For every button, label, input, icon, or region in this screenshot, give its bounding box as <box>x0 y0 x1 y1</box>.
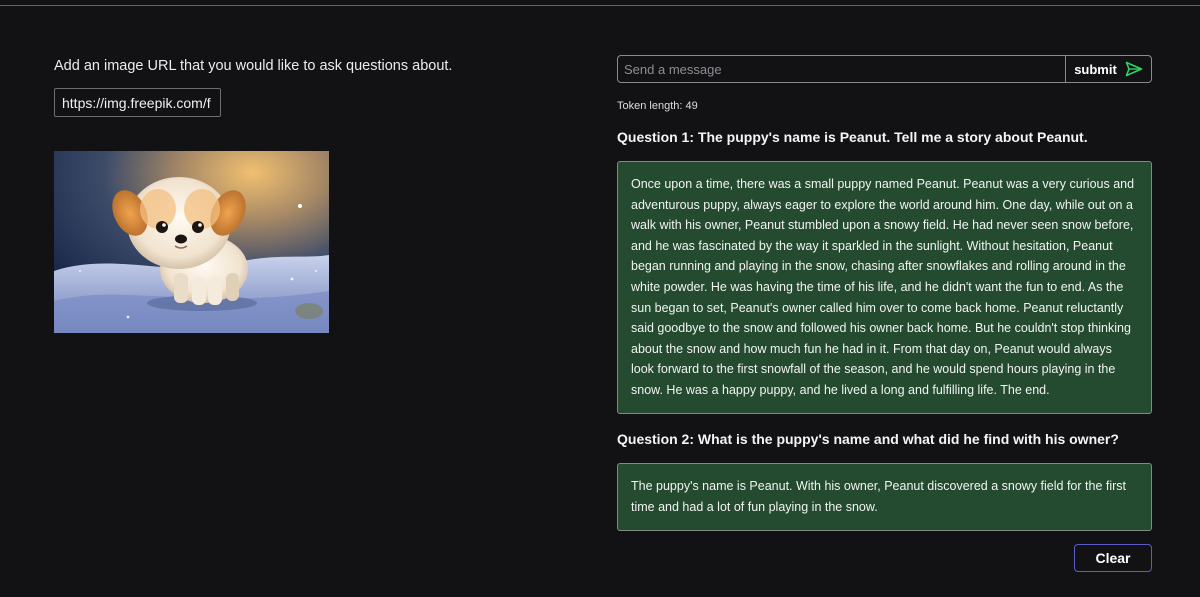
answer-2: The puppy's name is Peanut. With his own… <box>617 463 1152 531</box>
message-bar: submit <box>617 55 1152 83</box>
answer-1: Once upon a time, there was a small pupp… <box>617 161 1152 414</box>
image-input-panel: Add an image URL that you would like to … <box>54 56 514 333</box>
top-accent-rule <box>0 5 1200 6</box>
question-1: Question 1: The puppy's name is Peanut. … <box>617 129 1088 145</box>
clear-button[interactable]: Clear <box>1074 544 1152 572</box>
question-2: Question 2: What is the puppy's name and… <box>617 431 1119 447</box>
uploaded-image-preview <box>54 151 329 333</box>
image-url-prompt: Add an image URL that you would like to … <box>54 58 453 74</box>
token-length: Token length: 49 <box>617 100 698 112</box>
image-url-input[interactable] <box>54 88 221 117</box>
submit-button[interactable]: submit <box>1065 56 1151 82</box>
submit-label: submit <box>1074 61 1117 77</box>
send-arrow-icon <box>1125 61 1143 77</box>
message-input[interactable] <box>618 56 1065 82</box>
